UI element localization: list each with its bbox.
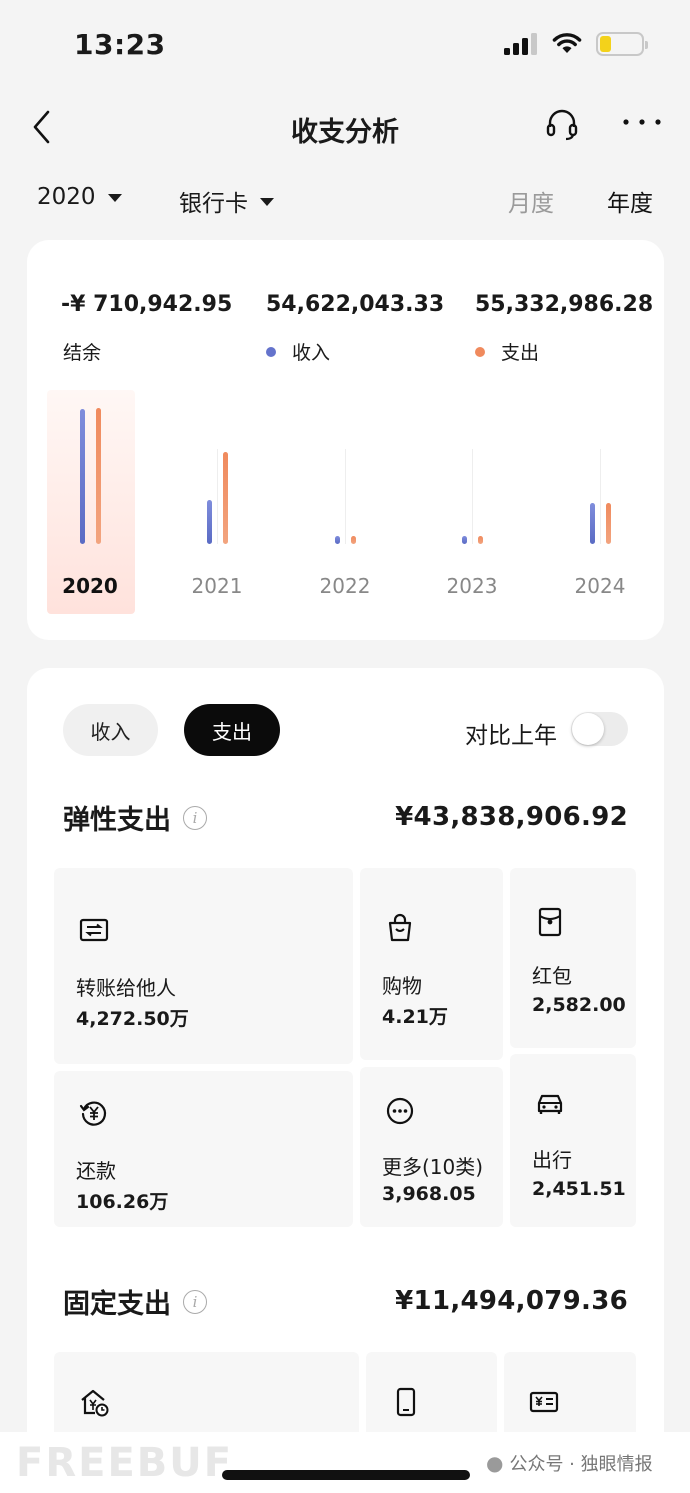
wechat-icon: ● — [486, 1451, 504, 1475]
income-bar-2022[interactable] — [335, 536, 340, 544]
income-bar-2023[interactable] — [462, 536, 467, 544]
income-bar-2024[interactable] — [590, 503, 595, 544]
tile-name: 还款 — [76, 1159, 116, 1183]
category-tile-repayment[interactable]: 还款 106.26万 — [54, 1071, 353, 1227]
info-icon[interactable]: i — [183, 805, 207, 830]
period-yearly-tab[interactable]: 年度 — [607, 184, 653, 218]
tile-name: 购物 — [382, 974, 422, 998]
income-legend-text: 收入 — [292, 342, 331, 364]
expense-bar-2021[interactable] — [223, 451, 228, 544]
expense-bar-2023[interactable] — [478, 536, 483, 544]
signal-icon — [504, 33, 537, 55]
tile-value: 3,968.05 — [382, 1183, 476, 1205]
watermark-right: ● 公众号 · 独眼情报 — [486, 1450, 653, 1476]
income-legend-dot — [266, 346, 276, 357]
watermark-right-text: 公众号 · 独眼情报 — [509, 1454, 653, 1475]
expense-bar-2024[interactable] — [606, 503, 611, 544]
fixed-section-title-text: 固定支出 — [63, 1289, 171, 1320]
balance-amount: -¥ 710,942.95 — [61, 292, 233, 317]
expense-amount: 55,332,986.28 — [475, 292, 654, 317]
year-dropdown[interactable]: 2020 — [37, 184, 122, 210]
toggle-knob — [572, 713, 604, 745]
status-icons — [504, 32, 648, 56]
tile-value: 2,582.00 — [532, 994, 626, 1016]
transfer-icon — [79, 918, 109, 942]
tile-value: 4,272.50万 — [76, 1008, 189, 1030]
summary-card: -¥ 710,942.95 54,622,043.33 55,332,986.2… — [27, 240, 664, 640]
chart-year-label-2021[interactable]: 2021 — [172, 574, 262, 598]
income-amount: 54,622,043.33 — [266, 292, 445, 317]
tile-value: 2,451.51 — [532, 1178, 626, 1200]
page-title: 收支分析 — [291, 117, 399, 148]
repayment-icon — [79, 1101, 107, 1126]
balance-label-text: 结余 — [63, 342, 102, 364]
chart-year-label-2020[interactable]: 2020 — [45, 574, 135, 598]
expense-bar-2022[interactable] — [351, 536, 356, 544]
balance-label: 结余 — [63, 338, 101, 365]
account-dropdown[interactable]: 银行卡 — [179, 184, 274, 218]
expense-legend-text: 支出 — [501, 342, 540, 364]
filter-row: 2020 银行卡 月度 年度 — [0, 180, 690, 224]
tab-expense[interactable]: 支出 — [184, 704, 280, 756]
compare-last-year-toggle[interactable] — [571, 712, 628, 746]
account-dropdown-label: 银行卡 — [179, 191, 248, 217]
income-legend: 收入 — [266, 338, 330, 365]
chart-guide-line — [600, 449, 601, 544]
home-indicator-area: FREEBUF ● 公众号 · 独眼情报 — [0, 1432, 690, 1493]
caret-down-icon — [107, 194, 122, 202]
period-monthly-tab[interactable]: 月度 — [508, 184, 554, 218]
year-dropdown-label: 2020 — [37, 184, 96, 210]
nav-bar: 收支分析 — [0, 96, 690, 160]
home-bar[interactable] — [222, 1470, 470, 1480]
detail-card: 收入 支出 对比上年 弹性支出 i ¥43,838,906.92 转账给他人 4… — [27, 668, 664, 1493]
expense-legend-dot — [475, 346, 485, 357]
invoice-icon — [529, 1391, 559, 1413]
chart-guide-line — [472, 449, 473, 544]
tile-name: 红包 — [532, 964, 572, 988]
income-bar-2021[interactable] — [207, 499, 212, 544]
category-tile-more[interactable]: 更多(10类) 3,968.05 — [360, 1067, 503, 1227]
chart-guide-line — [217, 449, 218, 544]
wifi-icon — [552, 33, 582, 53]
compare-last-year-label: 对比上年 — [465, 723, 557, 749]
headset-icon[interactable] — [544, 108, 580, 142]
chart-year-label-2024[interactable]: 2024 — [555, 574, 645, 598]
caret-down-icon — [260, 198, 274, 206]
status-bar: 13:23 — [0, 0, 690, 90]
chart-year-label-2023[interactable]: 2023 — [427, 574, 517, 598]
tile-value: 4.21万 — [382, 1006, 448, 1028]
shopping-bag-icon — [388, 913, 412, 942]
more-dots-icon — [386, 1097, 414, 1125]
category-tile-shopping[interactable]: 购物 4.21万 — [360, 868, 503, 1060]
fixed-section-title: 固定支出 i — [63, 1282, 207, 1321]
tile-name: 转账给他人 — [76, 976, 176, 1000]
watermark-left: FREEBUF — [16, 1440, 234, 1486]
income-bar-2020[interactable] — [80, 409, 85, 544]
flexible-section-title: 弹性支出 i — [63, 798, 207, 837]
category-tile-transfer[interactable]: 转账给他人 4,272.50万 — [54, 868, 353, 1064]
tile-name: 出行 — [532, 1148, 572, 1172]
expense-bar-2020[interactable] — [96, 407, 101, 544]
red-packet-icon — [538, 907, 562, 937]
flexible-section-total: ¥43,838,906.92 — [395, 802, 628, 832]
chart-guide-line — [345, 449, 346, 544]
flexible-section-title-text: 弹性支出 — [63, 805, 171, 836]
car-icon — [537, 1094, 563, 1114]
tile-value: 106.26万 — [76, 1191, 169, 1213]
chart-year-label-2022[interactable]: 2022 — [300, 574, 390, 598]
tile-name: 更多(10类) — [382, 1155, 484, 1179]
battery-icon — [596, 32, 648, 56]
fixed-section-total: ¥11,494,079.36 — [395, 1286, 628, 1316]
more-icon[interactable] — [620, 114, 664, 130]
yearly-bar-chart[interactable]: 2020 2021 2022 2023 2024 — [27, 390, 664, 620]
expense-legend: 支出 — [475, 338, 539, 365]
tab-income[interactable]: 收入 — [63, 704, 158, 756]
category-tile-travel[interactable]: 出行 2,451.51 — [510, 1054, 636, 1227]
info-icon[interactable]: i — [183, 1289, 207, 1314]
phone-icon — [396, 1387, 416, 1417]
house-yuan-icon — [81, 1389, 109, 1417]
category-tile-red-packet[interactable]: 红包 2,582.00 — [510, 868, 636, 1048]
status-time: 13:23 — [74, 28, 166, 61]
